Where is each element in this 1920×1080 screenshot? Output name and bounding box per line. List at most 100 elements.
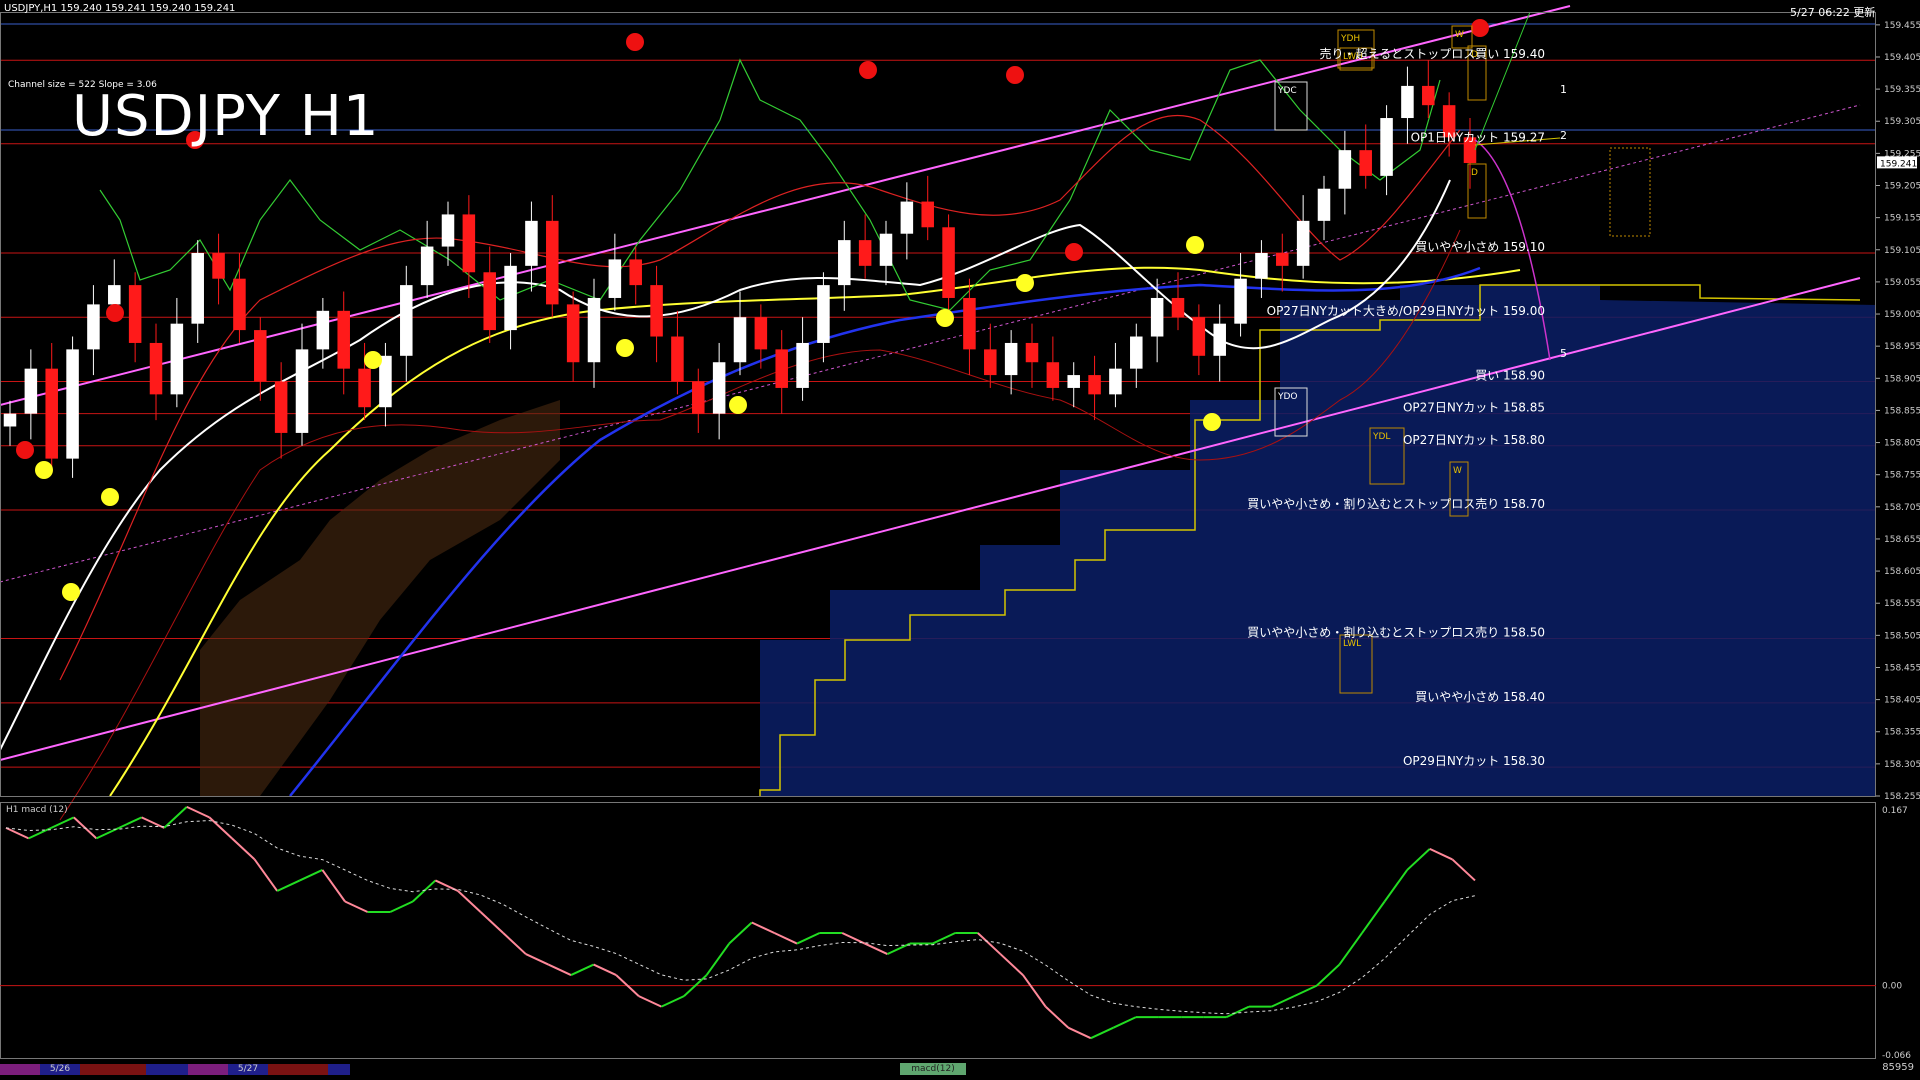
current-price-label: 159.241 [1880, 159, 1917, 169]
candle-body [45, 368, 58, 459]
buy-marker [616, 339, 634, 357]
macd-segment [208, 816, 233, 840]
buy-marker [1186, 236, 1204, 254]
indicator-tab[interactable]: macd(12) [900, 1063, 966, 1075]
macd-segment [253, 858, 279, 892]
y-tick-label: 158.805 [1884, 439, 1920, 449]
date-tab-5-26[interactable]: 5/26 [40, 1064, 80, 1075]
candle-body [24, 368, 38, 414]
symbol-info: USDJPY,H1 159.240 159.241 159.240 159.24… [4, 3, 236, 14]
range-box-label: YDH [1340, 34, 1360, 44]
macd-segment [1022, 974, 1047, 1008]
macd-segment [299, 869, 323, 882]
buy-marker [936, 309, 954, 327]
candle-body [1004, 342, 1018, 376]
y-tick-label: 158.855 [1884, 406, 1920, 416]
sell-marker [1471, 19, 1489, 37]
candle-body [1338, 150, 1352, 189]
wave-label: 5 [1560, 347, 1567, 360]
sell-marker [1006, 66, 1024, 84]
candle-body [483, 272, 496, 331]
macd-segment [1316, 963, 1341, 987]
macd-segment [412, 879, 437, 903]
date-tab-5-27[interactable]: 5/27 [228, 1064, 268, 1075]
level-label: 買いやや小さめ 158.40 [1415, 690, 1545, 704]
macd-tick-label: 0.167 [1882, 806, 1908, 816]
y-tick-label: 158.255 [1884, 792, 1920, 802]
macd-segment [389, 900, 414, 913]
macd-segment [796, 932, 821, 945]
sell-marker [16, 441, 34, 459]
candle-body [1296, 220, 1310, 266]
candle-body [1025, 342, 1039, 363]
macd-segment [1383, 869, 1409, 903]
candle-body [400, 285, 413, 356]
macd-segment [50, 816, 75, 829]
y-tick-label: 158.355 [1884, 728, 1920, 738]
macd-segment [163, 806, 188, 829]
level-label: OP29日NYカット 158.30 [1403, 754, 1545, 768]
macd-segment [321, 869, 346, 903]
macd-segment [1338, 932, 1363, 966]
candle-body [233, 278, 246, 331]
tab-segment [80, 1064, 146, 1075]
level-label: 買い 158.90 [1475, 369, 1545, 383]
candle-body [1130, 336, 1143, 369]
candle-body [358, 368, 371, 408]
sell-marker [859, 61, 877, 79]
macd-panel: H1 macd (12) 0.1670.00-0.066 [0, 805, 1911, 1061]
candle-body [671, 336, 684, 382]
y-tick-label: 158.905 [1884, 374, 1920, 384]
level-label: 買いやや小さめ 159.10 [1415, 240, 1545, 254]
candle-body [212, 252, 225, 279]
buy-marker [364, 351, 382, 369]
candle-body [1109, 368, 1122, 395]
candle-body [504, 265, 517, 331]
candle-body [587, 297, 601, 363]
macd-segment [1451, 858, 1476, 882]
y-tick-label: 159.055 [1884, 278, 1920, 288]
sell-marker [626, 33, 644, 51]
candle-body [796, 342, 809, 388]
y-tick-label: 158.555 [1884, 599, 1920, 609]
candle-body [712, 362, 726, 414]
macd-segment [728, 921, 753, 945]
candle-body [942, 227, 955, 298]
candle-body [566, 304, 580, 363]
candle-body [3, 413, 17, 427]
price-chart[interactable]: YDHYDCYDOYDLLWHLWLWDDW125 売り・超えるとストップロス買… [0, 0, 1920, 1080]
buy-marker [62, 583, 80, 601]
macd-label: H1 macd (12) [6, 805, 68, 815]
y-tick-label: 159.355 [1884, 85, 1920, 95]
candle-body [1067, 375, 1080, 388]
macd-signal [5, 820, 1476, 1015]
level-label: OP27日NYカット 158.85 [1403, 401, 1545, 415]
cloud-orange [200, 400, 560, 796]
macd-segment [705, 942, 731, 976]
macd-segment [276, 879, 301, 892]
wave-label: 2 [1560, 129, 1567, 142]
y-tick-label: 158.305 [1884, 760, 1920, 770]
range-box-label: LWL [1343, 639, 1361, 649]
y-tick-label: 158.505 [1884, 631, 1920, 641]
tab-segment [146, 1064, 188, 1075]
range-box-label: YDO [1277, 392, 1298, 402]
macd-segment [1293, 984, 1318, 998]
macd-segment [660, 995, 685, 1008]
candle-body [921, 201, 934, 228]
candle-body [733, 317, 747, 363]
candle-body [650, 285, 663, 337]
tab-segment [0, 1064, 40, 1075]
level-label: OP1日NYカット 159.27 [1411, 131, 1545, 145]
macd-segment [999, 953, 1024, 976]
candle-body [337, 310, 350, 369]
macd-segment [773, 932, 798, 945]
candle-body [420, 246, 434, 286]
candle-body [629, 259, 642, 286]
macd-segment [1361, 900, 1386, 934]
y-tick-label: 158.605 [1884, 567, 1920, 577]
candle-body [1276, 252, 1289, 266]
candle-body [984, 349, 997, 376]
level-label: 買いやや小さめ・割り込むとストップロス売り 158.50 [1247, 625, 1545, 640]
sell-marker [1065, 243, 1083, 261]
